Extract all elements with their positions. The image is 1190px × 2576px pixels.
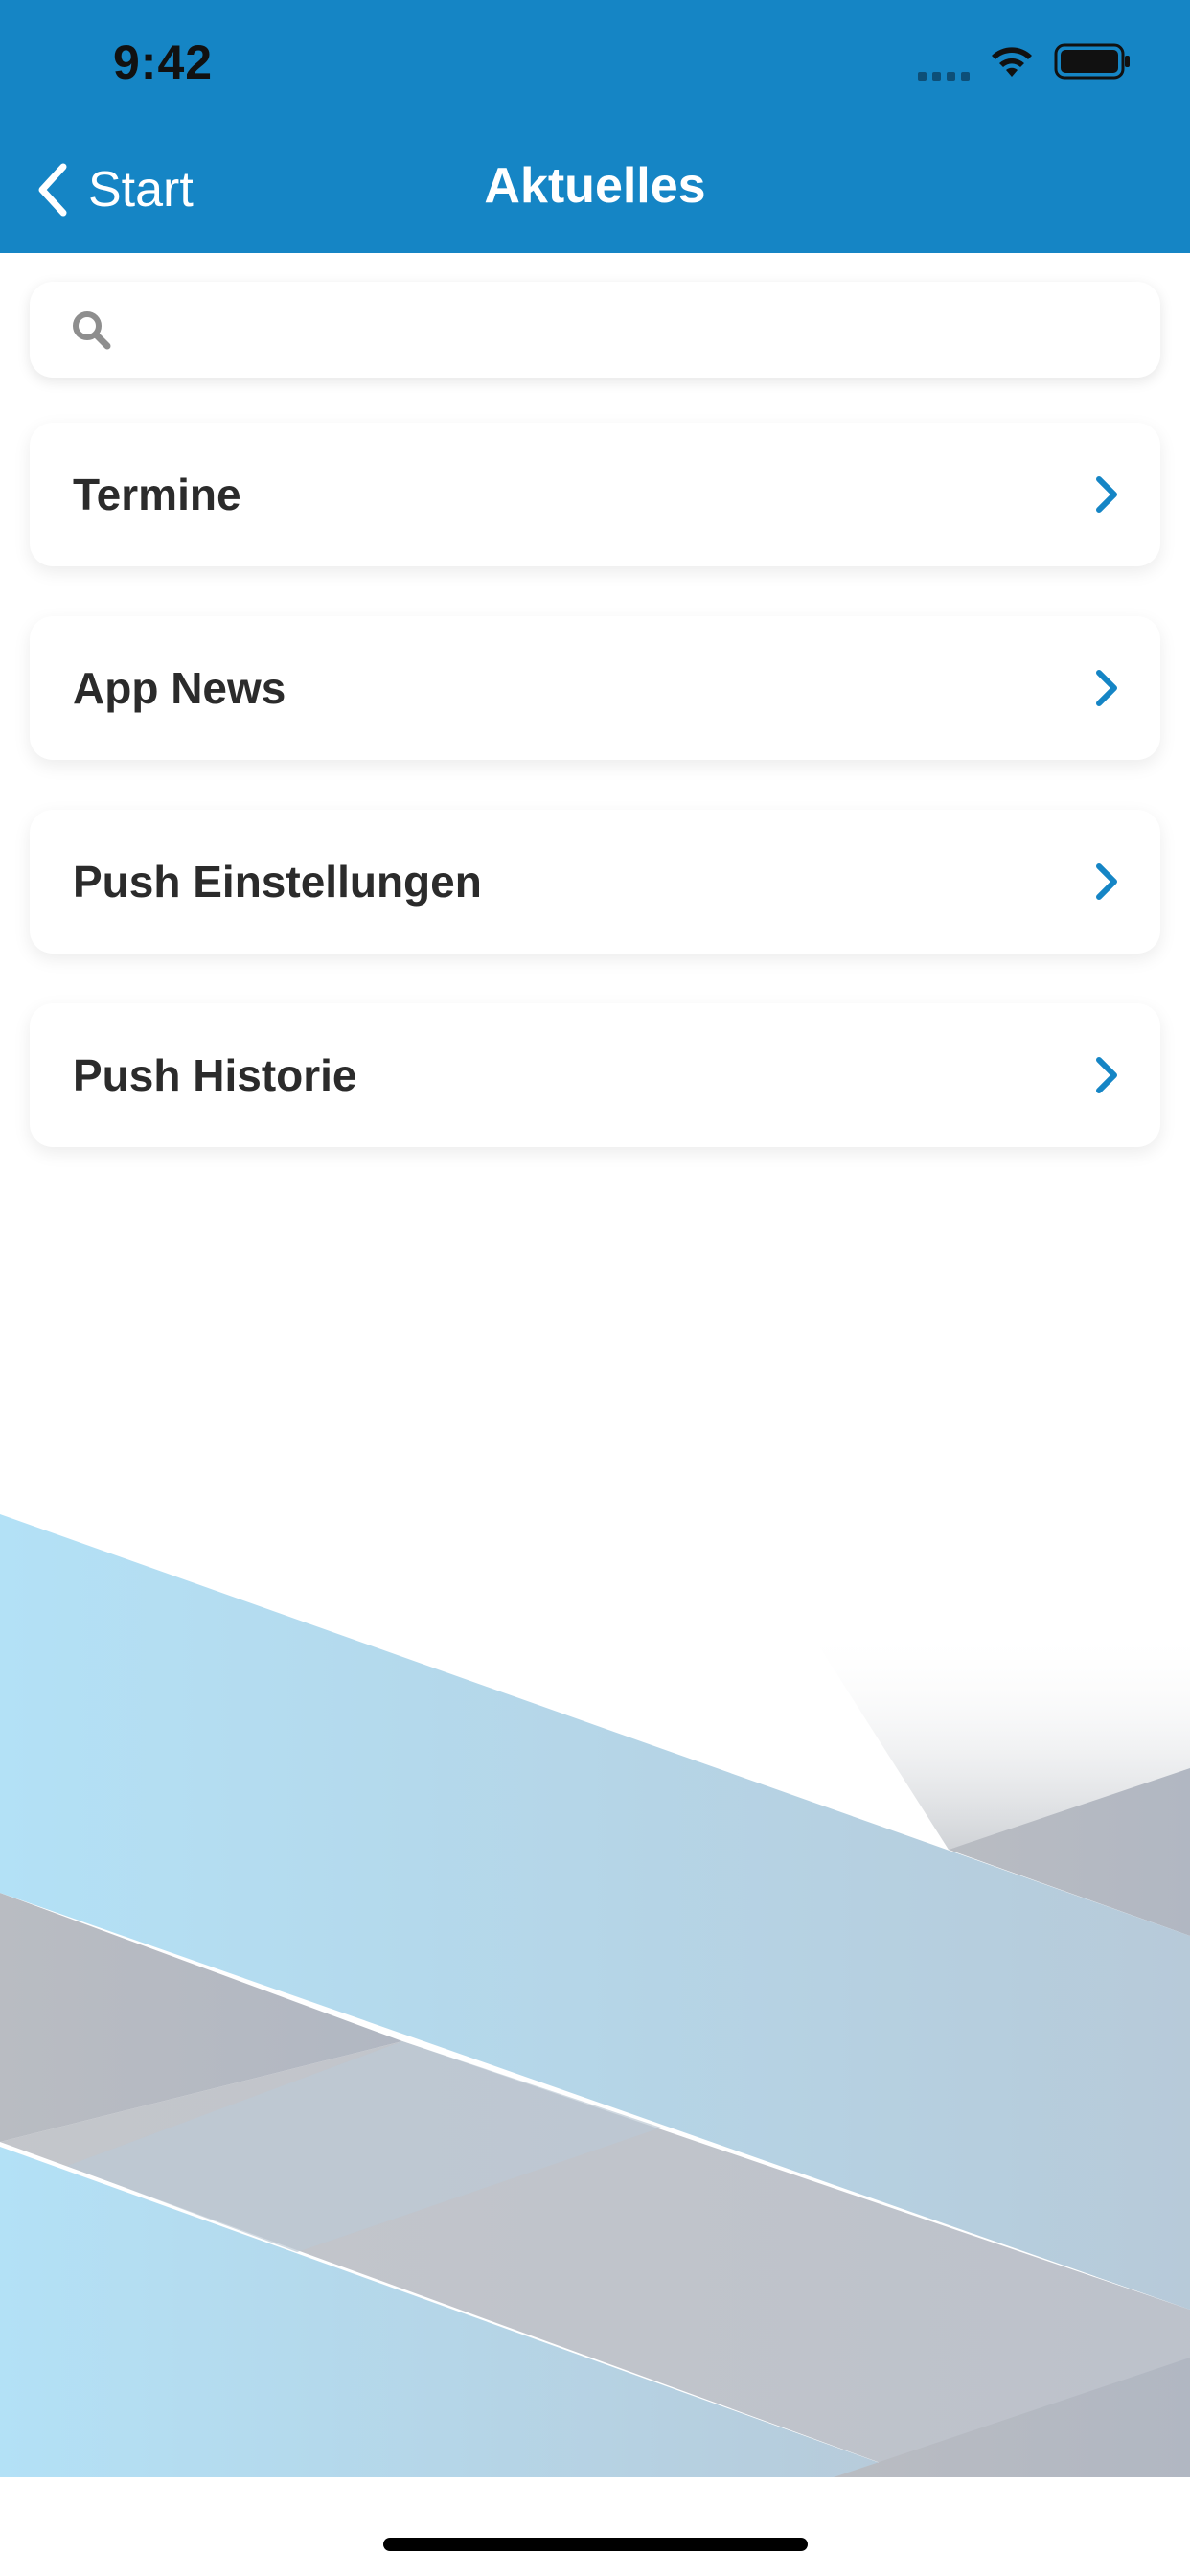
battery-icon: [1054, 43, 1130, 80]
menu-item-push-historie[interactable]: Push Historie: [30, 1003, 1160, 1147]
chevron-right-icon: [1096, 670, 1117, 706]
search-input[interactable]: [112, 290, 1160, 369]
menu-item-label: Push Historie: [73, 1050, 357, 1100]
menu-item-app-news[interactable]: App News: [30, 616, 1160, 760]
page-title: Aktuelles: [484, 158, 706, 214]
wifi-icon: [992, 47, 1032, 77]
chevron-right-icon: [1096, 476, 1117, 513]
navigation-header: 9:42 Start Aktuelles: [0, 0, 1190, 253]
chevron-right-icon: [1096, 863, 1117, 900]
status-icons: [918, 42, 1131, 80]
search-icon: [73, 311, 111, 350]
menu-item-push-einstellungen[interactable]: Push Einstellungen: [30, 810, 1160, 954]
menu-item-label: Termine: [73, 470, 241, 519]
menu-item-label: App News: [73, 663, 286, 713]
chevron-right-icon: [1096, 1057, 1117, 1093]
status-time: 9:42: [113, 35, 214, 89]
app-screen: 9:42 Start Aktuelles Termine App News Pu…: [0, 0, 1190, 2576]
menu-item-termine[interactable]: Termine: [30, 423, 1160, 566]
cellular-signal-icon: [918, 42, 970, 80]
bottom-safe-area: [0, 2477, 1190, 2576]
menu-item-label: Push Einstellungen: [73, 857, 482, 907]
search-bar[interactable]: [30, 282, 1160, 378]
background-decoration: [0, 1514, 1190, 2477]
home-indicator[interactable]: [383, 2538, 808, 2551]
